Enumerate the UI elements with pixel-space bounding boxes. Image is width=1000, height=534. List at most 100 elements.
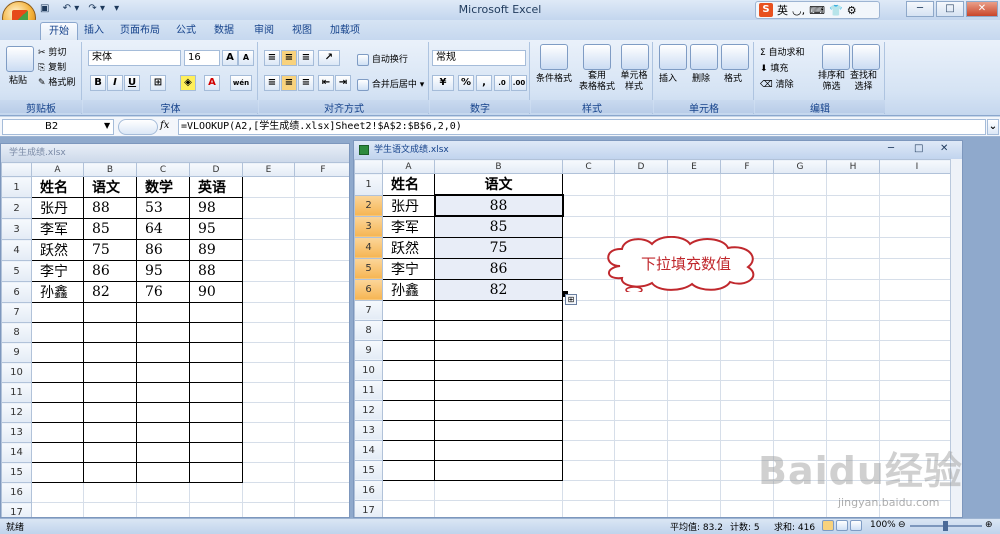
cell[interactable]: 姓名 <box>382 173 435 196</box>
cell[interactable] <box>614 459 668 481</box>
cell[interactable] <box>562 339 615 361</box>
cell[interactable] <box>434 419 563 441</box>
cell[interactable] <box>614 379 668 401</box>
cell[interactable] <box>773 499 827 517</box>
cell[interactable] <box>773 257 827 280</box>
expand-formula-icon[interactable]: ⌄ <box>987 119 999 135</box>
cell[interactable] <box>879 173 955 196</box>
row-header[interactable]: 15 <box>354 459 383 481</box>
cell[interactable] <box>382 419 435 441</box>
cell[interactable] <box>242 218 295 240</box>
normal-view-icon[interactable] <box>822 520 834 531</box>
cell[interactable] <box>189 482 243 503</box>
cell[interactable] <box>562 419 615 441</box>
cell[interactable]: 75 <box>83 239 137 261</box>
font-size-select[interactable]: 16 <box>184 50 220 66</box>
find-select-icon[interactable] <box>852 44 880 70</box>
page-break-view-icon[interactable] <box>850 520 862 531</box>
cell[interactable] <box>562 194 615 217</box>
cell[interactable] <box>720 359 774 381</box>
cell[interactable] <box>667 479 721 501</box>
name-box-dropdown-icon[interactable]: ▼ <box>104 121 110 130</box>
cell[interactable] <box>562 399 615 421</box>
cell[interactable] <box>614 339 668 361</box>
cell[interactable] <box>614 215 668 238</box>
row-header[interactable]: 3 <box>1 218 32 240</box>
wrap-text-button[interactable]: 自动换行 <box>357 52 408 66</box>
formula-input[interactable]: =VLOOKUP(A2,[学生成绩.xlsx]Sheet2!$A$2:$B$6,… <box>178 119 986 135</box>
cell[interactable] <box>242 422 295 443</box>
cell[interactable] <box>879 194 955 217</box>
row-header[interactable]: 8 <box>1 322 32 343</box>
cell[interactable] <box>562 439 615 461</box>
row-header[interactable]: 7 <box>354 299 383 321</box>
cell[interactable] <box>382 379 435 401</box>
cell[interactable]: 85 <box>83 218 137 240</box>
cell[interactable] <box>136 322 190 343</box>
zoom-out-icon[interactable]: ⊖ <box>898 520 906 530</box>
underline-button[interactable]: U <box>124 75 140 91</box>
row-header[interactable]: 2 <box>1 197 32 219</box>
number-format-select[interactable]: 常规 <box>432 50 526 66</box>
row-header[interactable]: 17 <box>354 499 383 517</box>
cell[interactable]: 82 <box>83 281 137 303</box>
cell[interactable] <box>136 342 190 363</box>
cell[interactable] <box>294 197 349 219</box>
cell[interactable] <box>667 379 721 401</box>
cell-styles-button[interactable]: 单元格 样式 <box>615 71 653 93</box>
auto-fill-options-icon[interactable]: ⊞ <box>565 294 577 305</box>
row-header[interactable]: 13 <box>354 419 383 441</box>
cell[interactable]: 张丹 <box>382 194 435 217</box>
cell[interactable] <box>826 379 880 401</box>
cell[interactable] <box>667 399 721 421</box>
zoom-in-icon[interactable]: ⊕ <box>985 520 993 530</box>
delete-cells-button[interactable]: 删除 <box>692 71 710 84</box>
zoom-slider-thumb[interactable] <box>943 521 948 531</box>
col-header[interactable]: G <box>773 159 827 174</box>
cell[interactable] <box>826 319 880 341</box>
cell[interactable] <box>242 322 295 343</box>
doc-restore-button[interactable]: □ <box>914 143 923 154</box>
doc-minimize-button[interactable]: ─ <box>888 143 894 154</box>
insert-cells-button[interactable]: 插入 <box>659 71 677 84</box>
col-header[interactable]: I <box>879 159 955 174</box>
grow-font-button[interactable]: A <box>222 50 238 66</box>
cell[interactable] <box>242 442 295 463</box>
cell[interactable] <box>667 359 721 381</box>
row-header[interactable]: 10 <box>354 359 383 381</box>
cell[interactable] <box>136 502 190 517</box>
cell[interactable] <box>189 422 243 443</box>
format-painter-button[interactable]: ✎ 格式刷 <box>38 75 75 88</box>
row-header[interactable]: 11 <box>1 382 32 403</box>
col-header[interactable]: E <box>242 162 295 177</box>
name-box[interactable]: B2 <box>2 119 114 135</box>
cell[interactable] <box>826 278 880 301</box>
cell[interactable]: 95 <box>136 260 190 282</box>
left-window-title[interactable]: 学生成绩.xlsx <box>1 144 349 162</box>
cell[interactable] <box>434 339 563 361</box>
cell[interactable] <box>382 319 435 341</box>
cell[interactable]: 孙鑫 <box>31 281 84 303</box>
cell[interactable] <box>294 239 349 261</box>
cell[interactable] <box>83 382 137 403</box>
bold-button[interactable]: B <box>90 75 106 91</box>
cell[interactable] <box>562 173 615 196</box>
merge-center-button[interactable]: 合并后居中 ▾ <box>357 77 424 91</box>
cell[interactable] <box>294 502 349 517</box>
italic-button[interactable]: I <box>107 75 123 91</box>
cell[interactable] <box>189 342 243 363</box>
cell[interactable] <box>434 299 563 321</box>
cell[interactable] <box>242 260 295 282</box>
cell[interactable]: 数学 <box>136 176 190 198</box>
cell[interactable] <box>242 482 295 503</box>
select-all-corner[interactable] <box>354 159 383 174</box>
cell[interactable] <box>294 482 349 503</box>
cell[interactable]: 90 <box>189 281 243 303</box>
cell[interactable]: 64 <box>136 218 190 240</box>
cell[interactable] <box>189 442 243 463</box>
cell[interactable] <box>614 319 668 341</box>
cell[interactable] <box>667 194 721 217</box>
row-header-selected[interactable]: 4 <box>354 236 383 259</box>
cell[interactable] <box>434 439 563 461</box>
col-header[interactable]: B <box>83 162 137 177</box>
